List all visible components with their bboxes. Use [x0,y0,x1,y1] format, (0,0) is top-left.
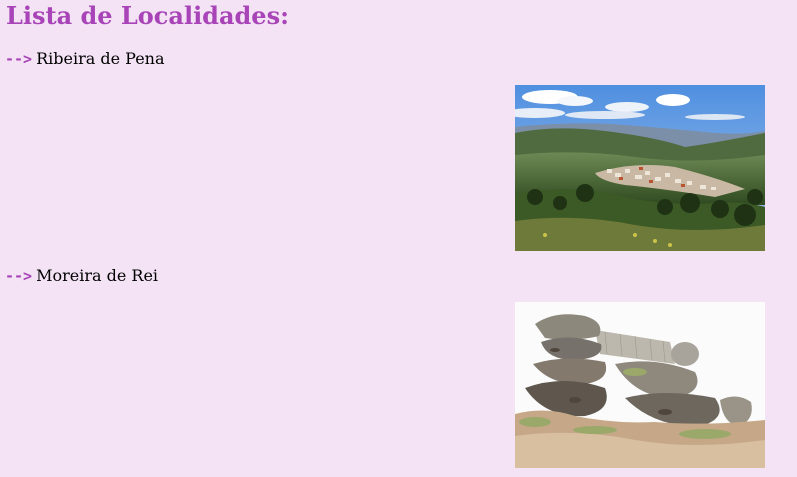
ribeira-de-pena-photo [515,85,765,251]
locality-heading: --> Moreira de Rei [5,265,765,287]
arrow-marker: --> [5,267,33,285]
page-title: Lista de Localidades: [6,1,289,30]
locality-item-moreira-de-rei: --> Moreira de Rei [5,265,765,468]
locality-name: Moreira de Rei [36,266,159,285]
locality-heading: --> Ribeira de Pena [5,48,765,70]
locality-name: Ribeira de Pena [36,49,165,68]
moreira-de-rei-photo [515,302,765,468]
arrow-marker: --> [5,50,33,68]
locality-item-ribeira-de-pena: --> Ribeira de Pena [5,48,765,251]
